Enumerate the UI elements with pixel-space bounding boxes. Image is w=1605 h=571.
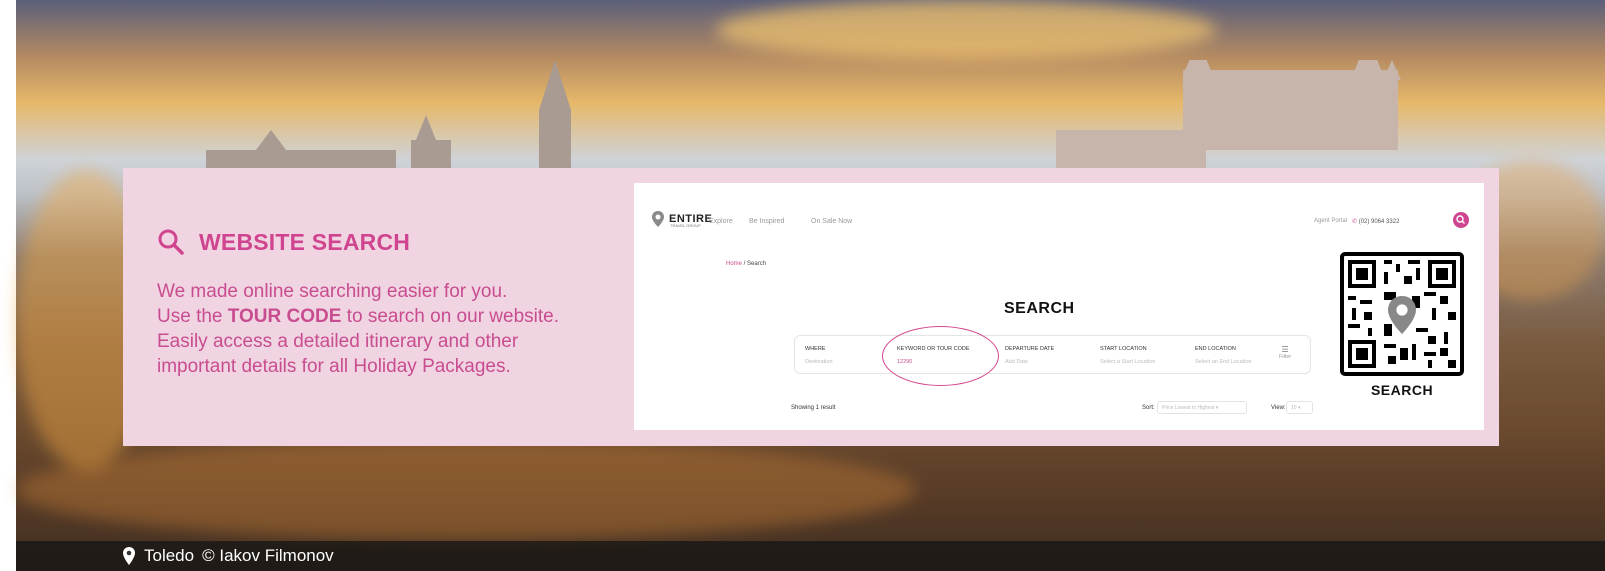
desc-text: Use the [157, 306, 228, 327]
start-location-field[interactable]: START LOCATION Select a Start Location [1100, 346, 1155, 365]
field-placeholder: Select a Start Location [1100, 359, 1156, 365]
qr-code-pattern [1348, 260, 1456, 368]
header-search-button[interactable] [1453, 212, 1469, 228]
tour-code-highlight-circle [882, 326, 999, 386]
logo-subtitle: TRAVEL GROUP [670, 223, 701, 228]
field-placeholder: Add Date [1005, 359, 1028, 365]
search-bar: WHERE Destination KEYWORD OR TOUR CODE 1… [794, 335, 1311, 374]
qr-code [1340, 252, 1464, 376]
departure-date-field[interactable]: DEPARTURE DATE Add Date [1005, 346, 1054, 365]
search-icon [1456, 215, 1465, 224]
filter-icon: ☰ [1281, 345, 1289, 354]
field-placeholder: Destination [805, 359, 833, 365]
location-pin-icon [123, 547, 135, 565]
tour-code-emphasis: TOUR CODE [227, 306, 342, 327]
qr-code-label: SEARCH [1370, 382, 1434, 398]
sort-label: Sort: [1142, 405, 1155, 411]
field-label: START LOCATION [1100, 346, 1147, 352]
website-search-description: We made online searching easier for you.… [157, 279, 597, 379]
photo-author: © Iakov Filmonov [202, 546, 334, 565]
page-title: SEARCH [1004, 300, 1075, 317]
nav-on-sale-now[interactable]: On Sale Now [811, 218, 852, 225]
result-count: Showing 1 result [791, 405, 836, 411]
breadcrumb-home[interactable]: Home [726, 261, 742, 267]
view-value: 10 [1291, 405, 1297, 411]
view-select[interactable]: 10 ▾ [1286, 401, 1313, 414]
map-pin-icon [652, 211, 664, 227]
desc-line: Easily access a detailed itinerary and o… [157, 331, 519, 352]
search-icon [157, 228, 185, 256]
filter-label: Filter [1279, 354, 1292, 360]
field-label: END LOCATION [1195, 346, 1236, 352]
nav-be-inspired[interactable]: Be Inspired [749, 218, 784, 225]
nav-explore[interactable]: Explore [709, 218, 733, 225]
view-label: View: [1271, 405, 1286, 411]
filter-button[interactable]: ☰ Filter [1279, 345, 1291, 360]
field-placeholder: Select an End Location [1195, 359, 1252, 365]
sort-select[interactable]: Price Lowest to Highest ▾ [1157, 401, 1247, 414]
desc-text: to search on our website. [341, 306, 560, 327]
photo-credit-bar: Toledo © Iakov Filmonov [16, 541, 1605, 571]
breadcrumb: Home / Search [726, 261, 766, 267]
desc-line: Use the TOUR CODE to search on our websi… [157, 304, 597, 329]
end-location-field[interactable]: END LOCATION Select an End Location [1195, 346, 1252, 365]
website-search-heading: WEBSITE SEARCH [157, 228, 410, 256]
poster: WEBSITE SEARCH We made online searching … [0, 0, 1605, 571]
field-label: DEPARTURE DATE [1005, 346, 1055, 352]
entire-logo: ENTIRE TRAVEL GROUP [651, 210, 712, 228]
breadcrumb-current: Search [747, 261, 767, 267]
sort-value: Price Lowest to Highest [1162, 405, 1215, 411]
desc-line: We made online searching easier for you. [157, 281, 508, 302]
agent-portal-link[interactable]: Agent Portal [1314, 218, 1347, 224]
phone-icon: ✆ [1352, 219, 1359, 225]
field-label: WHERE [805, 346, 826, 352]
phone-number: (02) 9064 3322 [1358, 219, 1400, 225]
desc-line: important details for all Holiday Packag… [157, 356, 511, 377]
photo-location: Toledo [144, 546, 195, 565]
where-field[interactable]: WHERE Destination [805, 346, 833, 365]
phone-link[interactable]: ✆ (02) 9064 3322 [1352, 218, 1399, 225]
website-search-title: WEBSITE SEARCH [199, 228, 411, 255]
